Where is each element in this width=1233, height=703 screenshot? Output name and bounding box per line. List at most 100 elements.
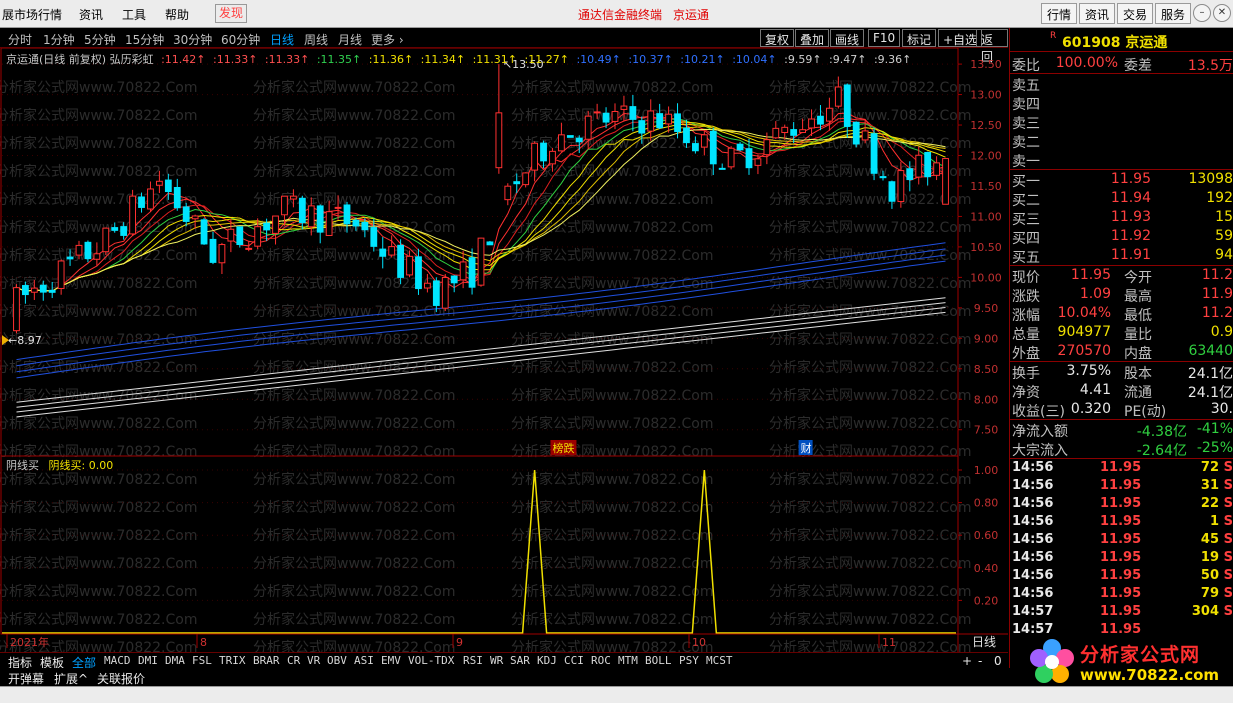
tool-adjust[interactable]: 复权 [760, 29, 795, 47]
watermark-text: 分析家公式网www.70822.Com [511, 303, 713, 320]
indicator-tab[interactable]: ASI [354, 654, 374, 667]
tick-price: 11.95 [1100, 550, 1142, 565]
event-marker[interactable]: 财 [798, 440, 813, 455]
indicator-line [2, 469, 956, 634]
menu-market[interactable]: 展市场行情 [2, 6, 62, 23]
close-icon[interactable]: ✕ [1213, 4, 1231, 22]
tick-list[interactable]: 14:56 11.95 72 S 14:56 11.95 31 S 14:56 11.95 22 S 1… [1010, 459, 1233, 639]
indicator-tab[interactable]: CR [287, 654, 300, 667]
stat-label: 外盘 [1012, 346, 1040, 362]
stock-code-name[interactable]: 601908 京运通 [1062, 32, 1167, 52]
indicator-tab[interactable]: DMA [165, 654, 185, 667]
indicator-tab[interactable]: ROC [591, 654, 611, 667]
indicator-tab[interactable]: MTM [618, 654, 638, 667]
tick-volume: 79 [1200, 586, 1219, 601]
webi-row: 委比 100.00% 委差 13.5万 [1012, 55, 1233, 74]
ma-value: :10.49↑ [572, 53, 621, 66]
tool-draw[interactable]: 画线 [830, 29, 865, 47]
indicator-tab[interactable]: EMV [381, 654, 401, 667]
indicator-tab[interactable]: OBV [327, 654, 347, 667]
period-tab[interactable]: 周线 [304, 31, 328, 48]
order-volume: 59 [1215, 228, 1233, 244]
period-tab[interactable]: 分时 [8, 31, 32, 48]
indicator-tick-label: 0.40 [974, 562, 999, 575]
indicator-tab[interactable]: FSL [192, 654, 212, 667]
sell-order-row[interactable]: 卖三 [1010, 112, 1233, 132]
tool-overlay[interactable]: 叠加 [795, 29, 830, 47]
period-tab[interactable]: 5分钟 [84, 31, 116, 48]
event-marker[interactable]: 榜跌 [550, 440, 577, 455]
indicator-tab[interactable]: VR [307, 654, 320, 667]
period-tab[interactable]: 30分钟 [173, 31, 212, 48]
indicator-tab[interactable]: SAR [510, 654, 530, 667]
tool-f10[interactable]: F10 [868, 29, 901, 47]
minimize-icon[interactable]: – [1193, 4, 1211, 22]
indicator-tab[interactable]: BOLL [645, 654, 672, 667]
btn-danmaku[interactable]: 开弹幕 [8, 670, 44, 687]
zoom-control[interactable]: + [962, 654, 972, 668]
indicator-tab[interactable]: CCI [564, 654, 584, 667]
candle-down [343, 204, 351, 225]
indicator-tab[interactable]: KDJ [537, 654, 557, 667]
btn-info[interactable]: 资讯 [1079, 3, 1116, 24]
menu-tools[interactable]: 工具 [122, 6, 146, 23]
menu-discover[interactable]: 发现 [215, 4, 248, 23]
period-tab[interactable]: 60分钟 [221, 31, 260, 48]
sell-order-row[interactable]: 卖五 [1010, 74, 1233, 94]
menu-news[interactable]: 资讯 [79, 6, 103, 23]
indicator-tab[interactable]: MACD [104, 654, 131, 667]
chart-area[interactable]: 分析家公式网www.70822.Com 分析家公式网www.70822.Com 分析… [0, 48, 1008, 652]
indicator-tab[interactable]: VOL-TDX [408, 654, 454, 667]
buy-order-row[interactable]: 买一 11.95 13098 [1010, 170, 1233, 190]
btn-trade[interactable]: 交易 [1117, 3, 1154, 24]
sell-order-row[interactable]: 卖四 [1010, 93, 1233, 113]
candle-up [459, 261, 467, 281]
period-tab[interactable]: 1分钟 [43, 31, 75, 48]
period-tab[interactable]: 月线 [338, 31, 362, 48]
stat-row: 涨幅 10.04% 最低 11.2 [1010, 304, 1233, 324]
indicator-tab[interactable]: MCST [706, 654, 733, 667]
period-tab[interactable]: 15分钟 [125, 31, 164, 48]
watermark-text: 分析家公式网www.70822.Com [0, 359, 197, 376]
candle-up [57, 260, 65, 289]
sell-order-row[interactable]: 卖二 [1010, 131, 1233, 151]
candle-up [799, 129, 807, 133]
tick-price: 11.95 [1100, 478, 1142, 493]
ma-value: :11.35↑ [313, 53, 362, 66]
candle-up [102, 227, 110, 253]
period-more[interactable]: 更多 › [371, 31, 404, 48]
buy-order-row[interactable]: 买三 11.93 15 [1010, 208, 1233, 228]
btn-related-quote[interactable]: 关联报价 [97, 670, 145, 687]
link-stock[interactable]: 京运通 [673, 6, 709, 23]
stat-value: 4.41 [1079, 382, 1111, 398]
menu-help[interactable]: 帮助 [165, 6, 189, 23]
kline-chart[interactable]: 分析家公式网www.70822.Com 分析家公式网www.70822.Com 分析… [0, 48, 1008, 652]
ma-value: :10.21↑ [676, 53, 725, 66]
stat-label: 换手 [1012, 366, 1040, 382]
stat-label: 量比 [1124, 327, 1152, 343]
indicator-tab[interactable]: WR [490, 654, 503, 667]
btn-service[interactable]: 服务 [1155, 3, 1192, 24]
zoom-control[interactable]: 0 [994, 654, 1002, 668]
link-terminal[interactable]: 通达信金融终端 [578, 6, 662, 23]
period-tab-active[interactable]: 日线 [270, 31, 294, 48]
sell-order-row[interactable]: 卖一 [1010, 150, 1233, 170]
buy-order-row[interactable]: 买四 11.92 59 [1010, 227, 1233, 247]
btn-expand[interactable]: 扩展^ [54, 670, 88, 687]
zoom-control[interactable]: - [978, 654, 982, 668]
order-volume: 13098 [1188, 171, 1233, 187]
btn-quote[interactable]: 行情 [1041, 3, 1078, 24]
tick-time: 14:57 [1012, 622, 1054, 637]
buy-order-row[interactable]: 买二 11.94 192 [1010, 189, 1233, 209]
watermark-text: 分析家公式网www.70822.Com [253, 303, 455, 320]
candle-down [432, 280, 440, 306]
indicator-tab[interactable]: RSI [463, 654, 483, 667]
indicator-tab[interactable]: TRIX [219, 654, 246, 667]
buy-order-row[interactable]: 买五 11.91 94 [1010, 246, 1233, 266]
candle-up [155, 180, 163, 186]
indicator-tab[interactable]: DMI [138, 654, 158, 667]
tool-mark[interactable]: 标记 [902, 29, 937, 47]
indicator-tab[interactable]: PSY [679, 654, 699, 667]
indicator-tab[interactable]: BRAR [253, 654, 280, 667]
tool-back[interactable]: 返回 [976, 29, 1008, 64]
